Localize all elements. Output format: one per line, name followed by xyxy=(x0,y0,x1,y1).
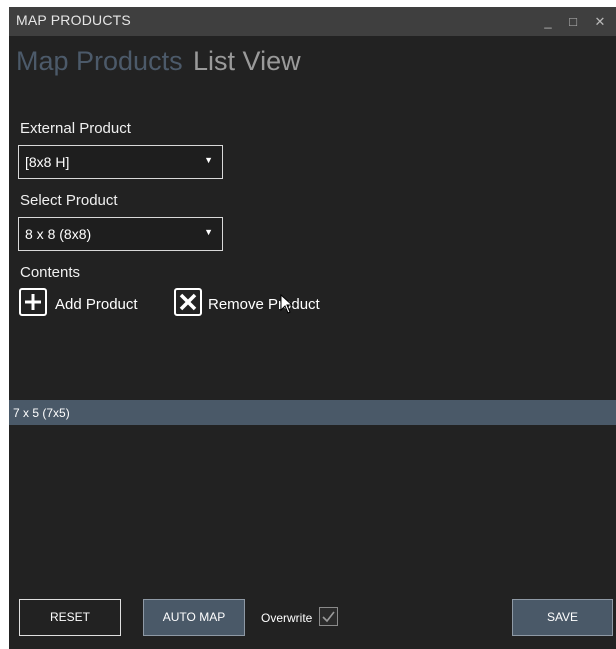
maximize-button[interactable]: □ xyxy=(561,7,585,36)
overwrite-label: Overwrite xyxy=(261,611,313,625)
list-item-label: 7 x 5 (7x5) xyxy=(13,406,70,420)
caret-down-icon: ▼ xyxy=(204,155,213,165)
tab-list-view[interactable]: List View xyxy=(193,43,301,79)
minimize-button[interactable]: _ xyxy=(536,7,560,36)
checkmark-icon xyxy=(322,611,335,623)
external-product-value: [8x8 H] xyxy=(25,154,70,170)
overwrite-checkbox[interactable] xyxy=(319,607,338,626)
select-product-label: Select Product xyxy=(20,192,118,209)
map-products-window: MAP PRODUCTS _ □ ✕ Map Products List Vie… xyxy=(9,7,616,649)
contents-label: Contents xyxy=(20,264,81,281)
auto-map-button[interactable]: AUTO MAP xyxy=(143,599,245,636)
window-title: MAP PRODUCTS xyxy=(16,12,131,28)
x-icon xyxy=(174,288,202,316)
external-product-select[interactable]: [8x8 H] ▼ xyxy=(18,145,223,179)
list-item[interactable]: 7 x 5 (7x5) xyxy=(9,400,616,425)
tab-map-products[interactable]: Map Products xyxy=(16,43,183,79)
close-button[interactable]: ✕ xyxy=(588,7,612,36)
reset-button[interactable]: RESET xyxy=(19,599,121,636)
plus-icon xyxy=(19,288,47,316)
remove-product-label: Remove Product xyxy=(208,296,320,313)
external-product-label: External Product xyxy=(20,120,131,137)
title-bar[interactable]: MAP PRODUCTS _ □ ✕ xyxy=(9,7,616,36)
save-button[interactable]: SAVE xyxy=(512,599,613,636)
tab-bar: Map Products List View xyxy=(16,43,307,79)
add-product-button[interactable]: Add Product xyxy=(19,288,149,318)
caret-down-icon: ▼ xyxy=(204,227,213,237)
remove-product-button[interactable]: Remove Product xyxy=(174,288,334,318)
add-product-label: Add Product xyxy=(55,296,138,313)
select-product-value: 8 x 8 (8x8) xyxy=(25,226,92,242)
select-product-select[interactable]: 8 x 8 (8x8) ▼ xyxy=(18,217,223,251)
mouse-cursor-icon xyxy=(280,294,294,314)
